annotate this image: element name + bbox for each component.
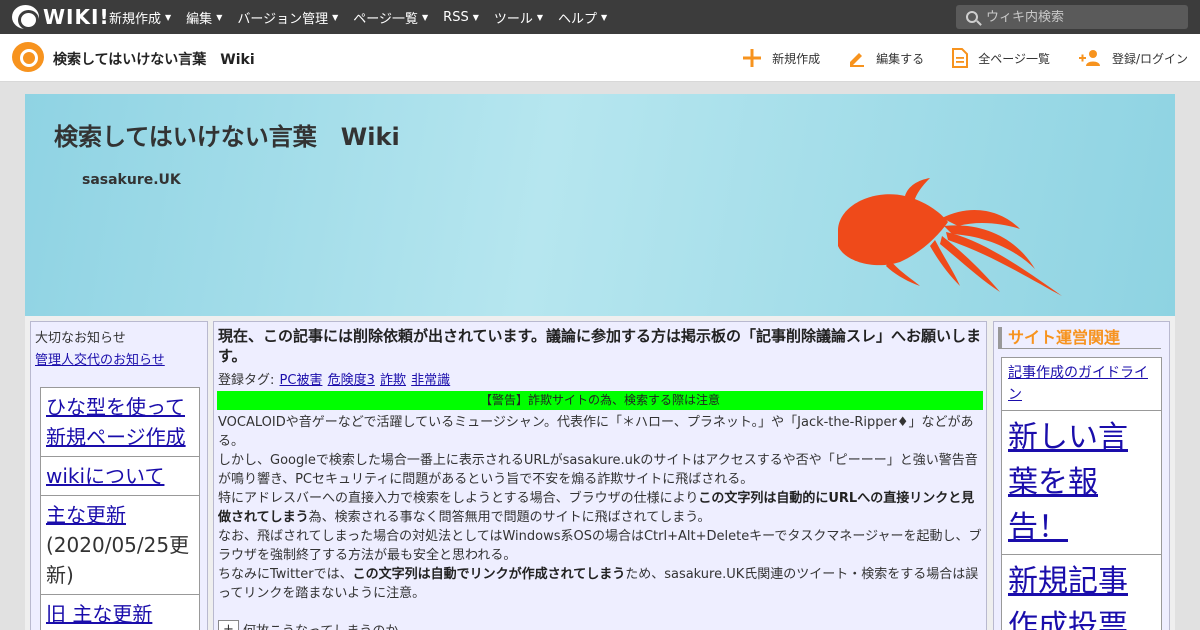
site-actions: 新規作成 編集する 全ページ一覧 登録/ログイン xyxy=(714,34,1188,82)
search-input[interactable] xyxy=(986,9,1176,25)
left-nav-item: ひな型を使って新規ページ作成 xyxy=(41,388,199,457)
left-nav-item: wikiについて xyxy=(41,457,199,496)
document-icon xyxy=(952,48,969,68)
paragraph: ちなみにTwitterでは、この文字列は自動でリンクが作成されてしまうため、sa… xyxy=(218,565,982,603)
menu-version[interactable]: バージョン管理 ▼ xyxy=(237,8,338,27)
new-page-template-link[interactable]: ひな型を使って新規ページ作成 xyxy=(46,395,186,449)
new-article-vote-link[interactable]: 新規記事作成投票 xyxy=(1008,564,1128,630)
top-menu: 新規作成 ▼ 編集 ▼ バージョン管理 ▼ ページ一覧 ▼ RSS ▼ ツール ▼ ヘルプ ▼ xyxy=(109,0,622,34)
notice-link[interactable]: 管理人交代のお知らせ xyxy=(35,349,207,368)
bold-text: この文字列は自動でリンクが作成されてしまう xyxy=(352,567,626,582)
menu-edit[interactable]: 編集 ▼ xyxy=(186,8,222,27)
menu-label: 新規作成 xyxy=(109,11,162,27)
pencil-icon xyxy=(850,53,865,67)
all-pages-button[interactable]: 全ページ一覧 xyxy=(952,48,1050,68)
tags-label: 登録タグ: xyxy=(218,373,275,388)
logo-text: WIKI! xyxy=(43,5,110,29)
menu-label: 編集 xyxy=(186,11,213,27)
tag-link[interactable]: 危険度3 xyxy=(328,373,375,388)
menu-label: バージョン管理 xyxy=(237,11,329,27)
text-run: ちなみにTwitterでは、 xyxy=(218,567,353,582)
search-icon xyxy=(966,11,978,23)
paragraph: VOCALOIDや音ゲーなどで活躍しているミュージシャン。代表作に「＊ハロー、プ… xyxy=(218,415,974,449)
caret-down-icon: ▼ xyxy=(601,12,608,22)
action-label: 新規作成 xyxy=(772,51,821,66)
caret-down-icon: ▼ xyxy=(165,12,172,22)
tag-link[interactable]: 詐欺 xyxy=(380,373,406,388)
paragraph: 特にアドレスバーへの直接入力で検索をしようとする場合、ブラウザの仕様によりこの文… xyxy=(218,489,982,527)
guideline-link[interactable]: 記事作成のガイドライン xyxy=(1008,365,1148,403)
left-sidebar: 大切なお知らせ 管理人交代のお知らせ ひな型を使って新規ページ作成 wikiにつ… xyxy=(30,321,208,630)
menu-tools[interactable]: ツール ▼ xyxy=(494,8,543,27)
goldfish-illustration xyxy=(838,178,1062,296)
add-user-icon xyxy=(1078,50,1100,66)
warning-banner: 【警告】詐欺サイトの為、検索する際は注意 xyxy=(217,391,983,410)
site-header: 検索してはいけない言葉 Wiki 新規作成 編集する 全ページ一覧 登録/ログイ… xyxy=(0,34,1200,82)
text-run: 為、検索される事なく問答無用で問題のサイトに飛ばされてしまう。 xyxy=(308,510,711,525)
expand-label: 何故こうなってしまうのか xyxy=(243,620,398,630)
menu-help[interactable]: ヘルプ ▼ xyxy=(558,8,607,27)
edit-button[interactable]: 編集する xyxy=(848,49,924,67)
site-banner: 検索してはいけない言葉 Wiki sasakure.UK xyxy=(25,94,1175,316)
action-label: 登録/ログイン xyxy=(1111,51,1188,66)
tag-link[interactable]: PC被害 xyxy=(280,373,323,388)
new-page-button[interactable]: 新規作成 xyxy=(742,48,820,68)
login-button[interactable]: 登録/ログイン xyxy=(1078,49,1188,67)
right-nav-item: 新しい言葉を報告！ xyxy=(1002,411,1161,555)
main-article: 現在、この記事には削除依頼が出されています。議論に参加する方は掲示板の「記事削除… xyxy=(213,321,987,630)
left-nav-item: 主な更新 (2020/05/25更新) xyxy=(41,496,199,595)
paragraph: なお、飛ばされてしまった場合の対処法としてはWindows系OSの場合はCtrl… xyxy=(218,529,982,563)
caret-down-icon: ▼ xyxy=(422,12,429,22)
wiki-search[interactable] xyxy=(956,5,1188,29)
tag-link[interactable]: 非常識 xyxy=(411,373,450,388)
paragraph: しかし、Googleで検索した場合一番上に表示されるURLがsasakure.u… xyxy=(218,453,978,487)
plus-icon xyxy=(743,49,762,67)
text-run: 特にアドレスバーへの直接入力で検索をしようとする場合、ブラウザの仕様により xyxy=(218,491,699,506)
banner-subtitle: sasakure.UK xyxy=(82,172,181,188)
menu-pages[interactable]: ページ一覧 ▼ xyxy=(353,8,428,27)
right-nav-item: 新規記事作成投票 xyxy=(1002,555,1161,630)
caret-down-icon: ▼ xyxy=(332,12,339,22)
caret-down-icon: ▼ xyxy=(216,12,223,22)
right-nav: 記事作成のガイドライン 新しい言葉を報告！ 新規記事作成投票 xyxy=(1001,357,1162,630)
site-title[interactable]: 検索してはいけない言葉 Wiki xyxy=(53,49,255,69)
top-bar: WIKI! 新規作成 ▼ 編集 ▼ バージョン管理 ▼ ページ一覧 ▼ RSS ▼ ツール… xyxy=(0,0,1200,34)
expand-section[interactable]: + 何故こうなってしまうのか xyxy=(218,620,398,630)
content-area: 大切なお知らせ 管理人交代のお知らせ ひな型を使って新規ページ作成 wikiにつ… xyxy=(25,316,1175,630)
right-heading: サイト運営関連 xyxy=(998,327,1161,349)
updates-date: (2020/05/25更新) xyxy=(46,533,190,587)
menu-label: ヘルプ xyxy=(558,11,598,27)
at-logo-icon xyxy=(12,5,39,30)
menu-rss[interactable]: RSS ▼ xyxy=(443,10,479,25)
action-label: 編集する xyxy=(876,51,925,66)
action-label: 全ページ一覧 xyxy=(978,51,1050,66)
atwiki-logo[interactable]: WIKI! xyxy=(12,5,110,30)
caret-down-icon: ▼ xyxy=(472,12,479,22)
menu-label: ツール xyxy=(493,11,533,27)
caret-down-icon: ▼ xyxy=(536,12,544,22)
notice-title: 大切なお知らせ xyxy=(35,331,126,346)
report-word-link[interactable]: 新しい言葉を報告！ xyxy=(1008,420,1128,545)
left-nav: ひな型を使って新規ページ作成 wikiについて 主な更新 (2020/05/25更… xyxy=(40,387,200,630)
right-nav-item: 記事作成のガイドライン xyxy=(1002,358,1161,411)
updates-link[interactable]: 主な更新 xyxy=(46,503,126,527)
site-logo-icon[interactable] xyxy=(12,42,44,72)
article-title: 現在、この記事には削除依頼が出されています。議論に参加する方は掲示板の「記事削除… xyxy=(218,327,982,365)
left-nav-item: 旧 主な更新 xyxy=(41,595,199,630)
menu-new[interactable]: 新規作成 ▼ xyxy=(109,8,171,27)
right-sidebar: サイト運営関連 記事作成のガイドライン 新しい言葉を報告！ 新規記事作成投票 xyxy=(993,321,1170,630)
banner-title: 検索してはいけない言葉 Wiki xyxy=(54,123,400,151)
menu-label: RSS xyxy=(443,9,469,25)
expand-plus-icon[interactable]: + xyxy=(218,620,239,630)
old-updates-link[interactable]: 旧 主な更新 xyxy=(46,602,152,626)
tag-list: 登録タグ: PC被害 危険度3 詐欺 非常識 xyxy=(218,369,986,388)
about-wiki-link[interactable]: wikiについて xyxy=(46,464,164,488)
menu-label: ページ一覧 xyxy=(353,11,418,27)
